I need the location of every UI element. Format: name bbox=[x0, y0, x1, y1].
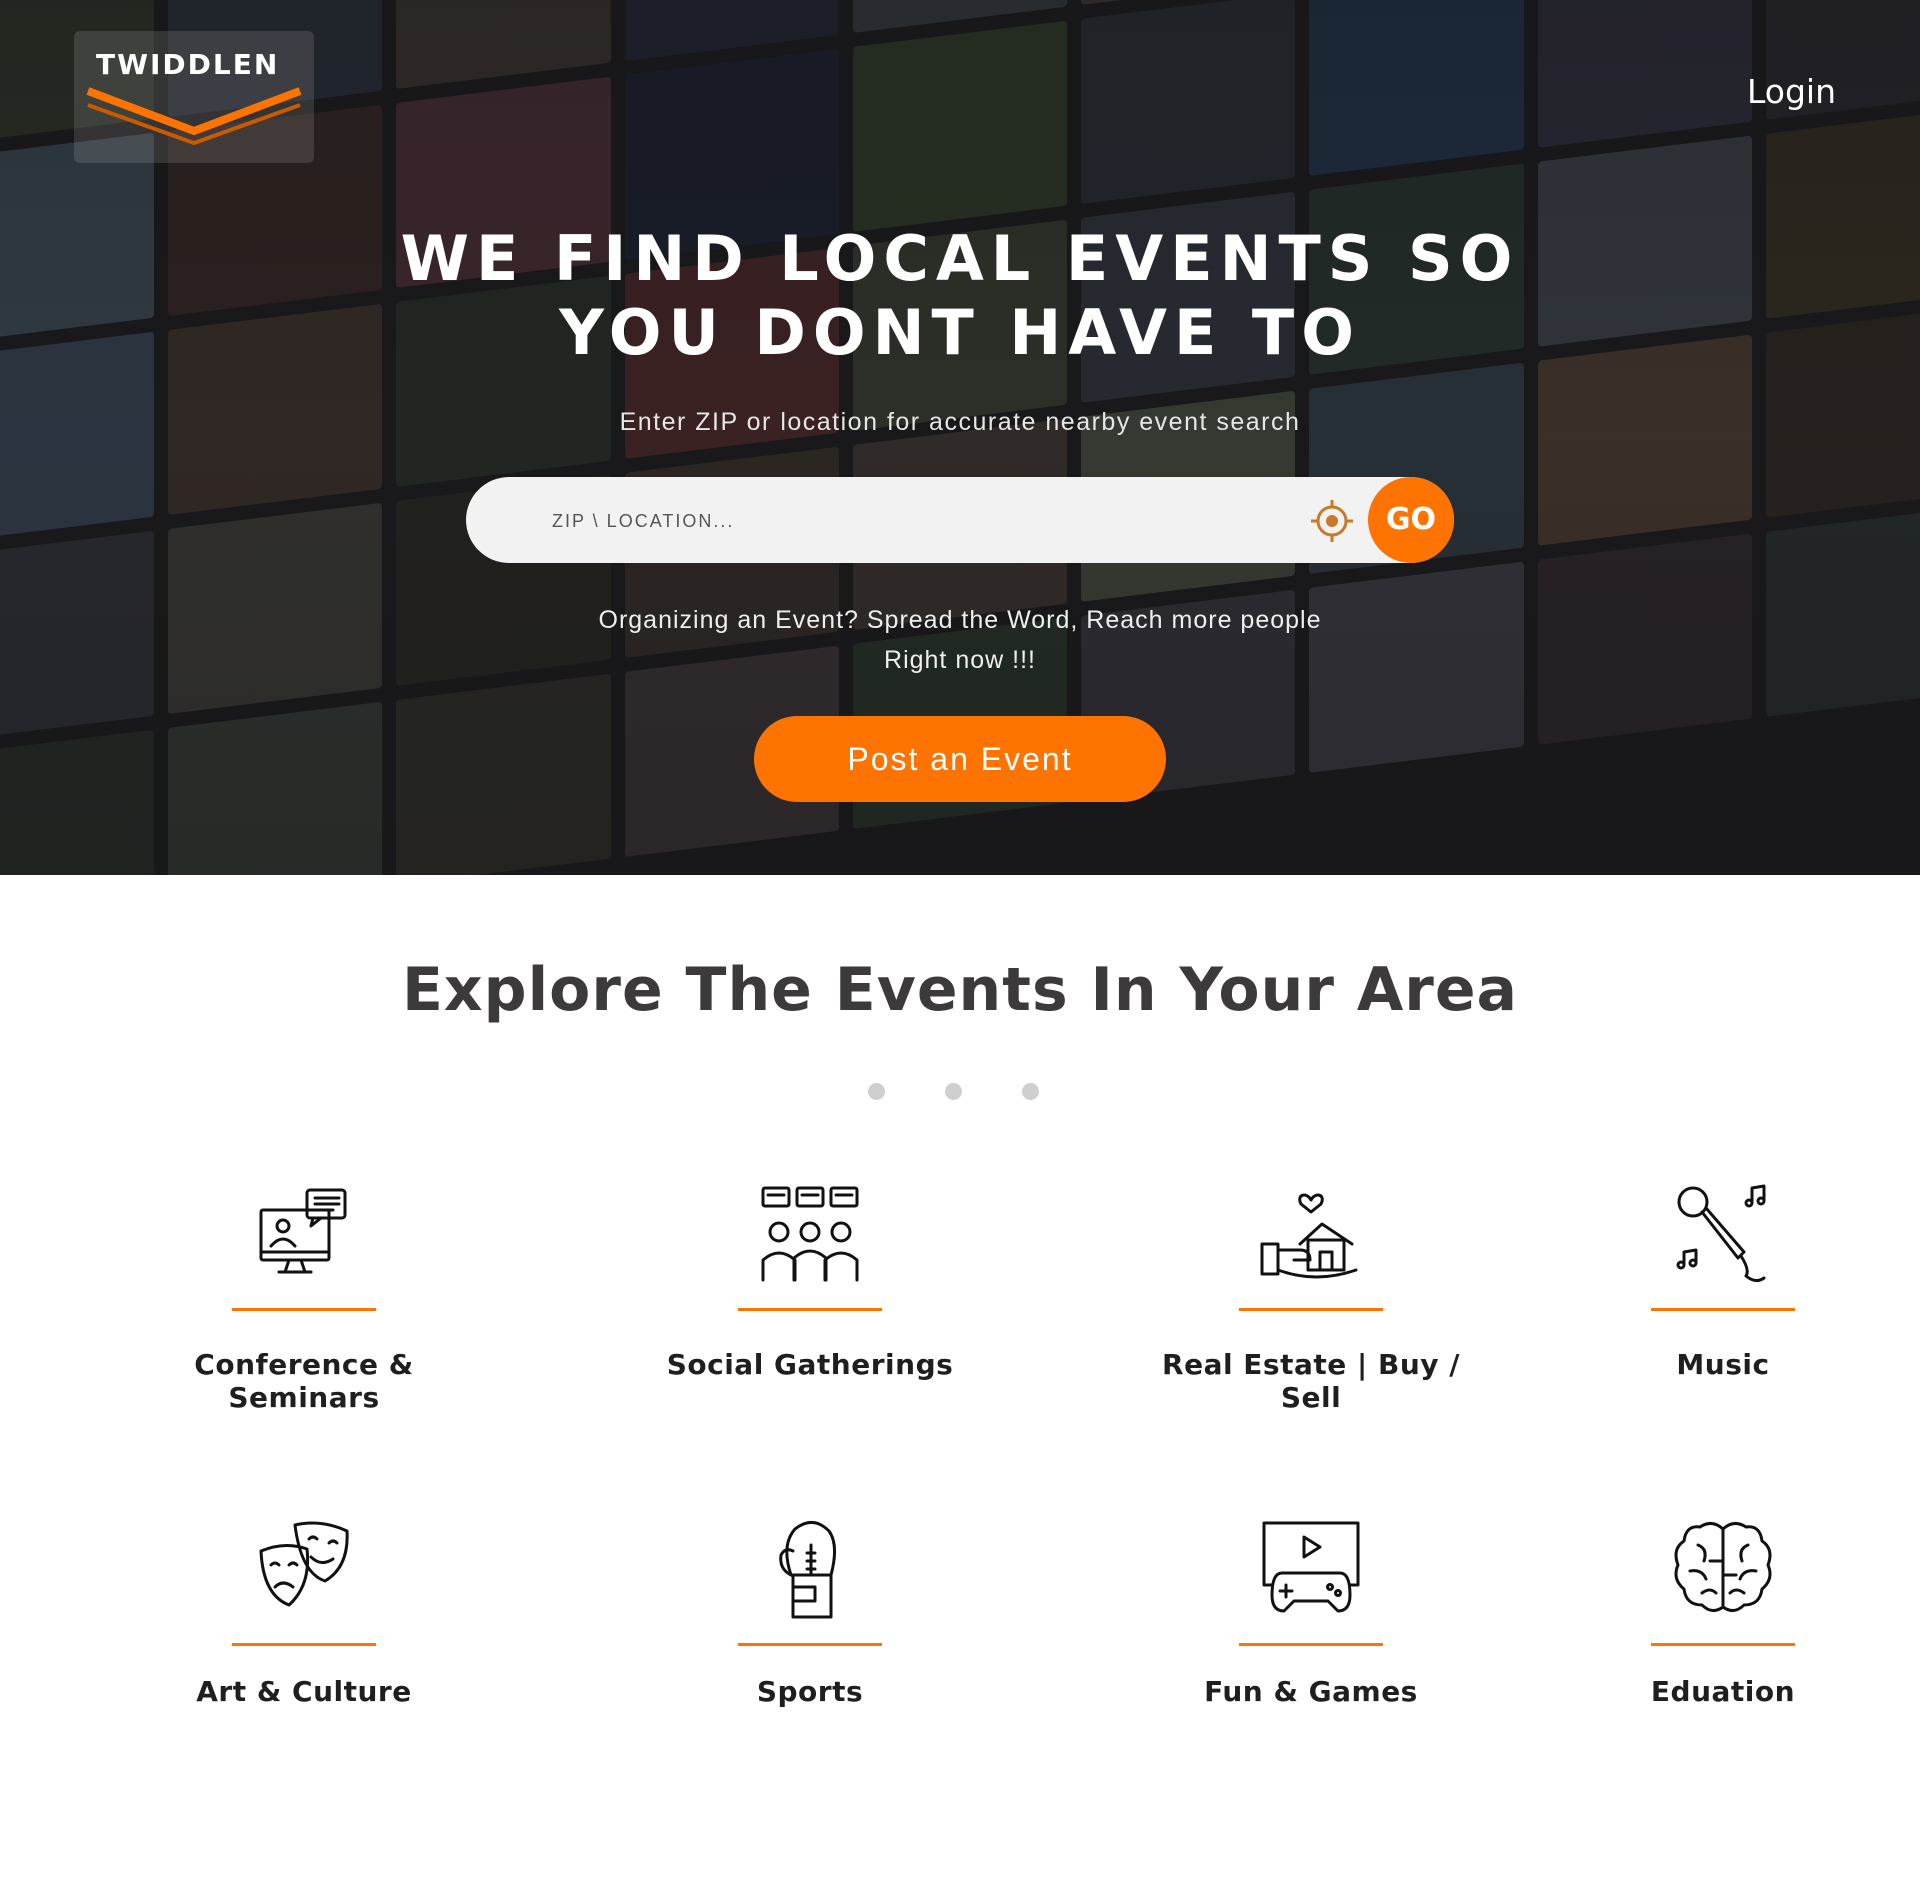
category-education[interactable]: Eduation bbox=[1543, 1515, 1903, 1725]
carousel-dot[interactable] bbox=[1022, 1083, 1039, 1100]
category-fun-games[interactable]: Fun & Games bbox=[1131, 1515, 1491, 1725]
category-conference[interactable]: Conference & Seminars bbox=[124, 1180, 484, 1414]
hero-headline: WE FIND LOCAL EVENTS SO YOU DONT HAVE TO bbox=[0, 222, 1920, 370]
headline-line-1: WE FIND LOCAL EVENTS SO bbox=[400, 222, 1520, 295]
category-divider bbox=[1651, 1643, 1795, 1646]
hero-banner: TWIDDLEN Login WE FIND LOCAL EVENTS SO Y… bbox=[0, 0, 1920, 875]
conference-icon bbox=[259, 1188, 347, 1274]
theater-masks-icon bbox=[259, 1521, 349, 1607]
locate-me-icon[interactable] bbox=[1309, 498, 1355, 544]
social-gathering-icon bbox=[761, 1186, 859, 1282]
category-real-estate[interactable]: Real Estate | Buy / Sell bbox=[1131, 1180, 1491, 1414]
category-music[interactable]: Music bbox=[1543, 1180, 1903, 1390]
logo-wordmark: TWIDDLEN bbox=[96, 48, 280, 81]
category-sports[interactable]: Sports bbox=[630, 1515, 990, 1725]
category-divider bbox=[738, 1643, 882, 1646]
category-divider bbox=[232, 1643, 376, 1646]
category-label: Music bbox=[1676, 1348, 1770, 1381]
organizer-callout: Organizing an Event? Spread the Word, Re… bbox=[0, 600, 1920, 680]
category-social-gatherings[interactable]: Social Gatherings bbox=[630, 1180, 990, 1390]
category-art-culture[interactable]: Art & Culture bbox=[124, 1515, 484, 1725]
go-button[interactable]: GO bbox=[1368, 477, 1454, 563]
real-estate-icon bbox=[1260, 1193, 1358, 1279]
organizer-callout-line-1: Organizing an Event? Spread the Word, Re… bbox=[598, 606, 1322, 634]
post-event-button[interactable]: Post an Event bbox=[754, 716, 1166, 802]
login-link[interactable]: Login bbox=[1747, 72, 1836, 111]
category-label: Sports bbox=[756, 1675, 864, 1708]
brain-icon bbox=[1674, 1522, 1772, 1612]
category-divider bbox=[1239, 1643, 1383, 1646]
headline-line-2: YOU DONT HAVE TO bbox=[559, 296, 1361, 369]
logo-chevron-icon bbox=[86, 87, 302, 146]
logo[interactable]: TWIDDLEN bbox=[74, 31, 314, 163]
category-label: Real Estate | Buy / Sell bbox=[1162, 1348, 1460, 1414]
category-label: Eduation bbox=[1650, 1675, 1796, 1708]
gamepad-icon bbox=[1262, 1521, 1360, 1613]
carousel-dot[interactable] bbox=[868, 1083, 885, 1100]
organizer-callout-line-2: Right now !!! bbox=[884, 646, 1036, 674]
zip-location-input[interactable] bbox=[550, 505, 1254, 537]
hero-subline: Enter ZIP or location for accurate nearb… bbox=[619, 408, 1301, 436]
location-search-bar: GO bbox=[466, 477, 1454, 563]
category-divider bbox=[1239, 1308, 1383, 1311]
carousel-dot[interactable] bbox=[945, 1083, 962, 1100]
category-label: Social Gatherings bbox=[666, 1348, 954, 1381]
category-label: Art & Culture bbox=[196, 1675, 412, 1708]
carousel-dots bbox=[868, 1083, 1052, 1101]
boxing-glove-icon bbox=[779, 1521, 836, 1619]
category-divider bbox=[738, 1308, 882, 1311]
explore-title: Explore The Events In Your Area bbox=[401, 955, 1519, 1025]
category-divider bbox=[1651, 1308, 1795, 1311]
category-divider bbox=[232, 1308, 376, 1311]
category-label: Conference & Seminars bbox=[194, 1348, 414, 1414]
microphone-icon bbox=[1676, 1184, 1766, 1283]
category-label: Fun & Games bbox=[1204, 1675, 1418, 1708]
